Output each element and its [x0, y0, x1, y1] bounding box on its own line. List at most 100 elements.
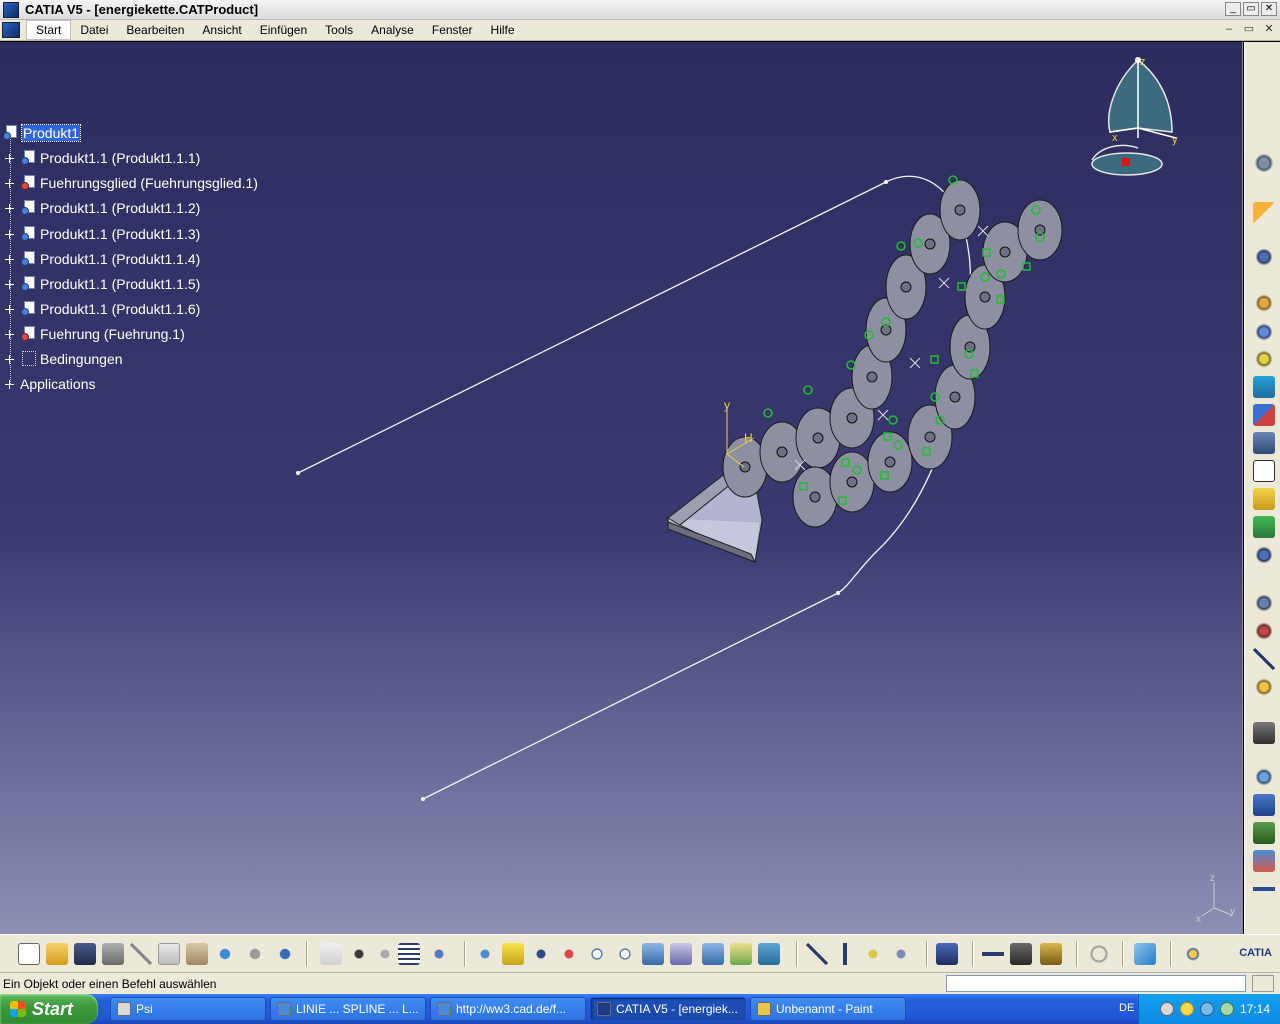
tree-node-4[interactable]: Produkt1.1 (Produkt1.1.3) — [5, 224, 200, 244]
fit-all-in-icon[interactable] — [502, 943, 524, 965]
measure-icon[interactable] — [806, 943, 828, 965]
apply-material-icon[interactable] — [1134, 943, 1156, 965]
insert-component-icon[interactable] — [1253, 246, 1275, 268]
whats-this-help-icon[interactable] — [274, 943, 296, 965]
tree-node-5[interactable]: Produkt1.1 (Produkt1.1.4) — [5, 249, 200, 269]
hide-show-icon[interactable] — [730, 943, 752, 965]
new-part-icon[interactable] — [1253, 348, 1275, 370]
tree-node-2[interactable]: Fuehrungsglied (Fuehrungsglied.1) — [5, 173, 258, 193]
redo-icon[interactable] — [244, 943, 266, 965]
start-button[interactable]: Start — [0, 994, 98, 1024]
cut-icon[interactable] — [130, 943, 152, 965]
scenes-icon[interactable] — [890, 943, 912, 965]
catia-logo[interactable]: CATIA — [1230, 938, 1272, 970]
measure-inertia-icon[interactable] — [1040, 943, 1062, 965]
task-cad-de[interactable]: http://ww3.cad.de/f... — [430, 997, 586, 1021]
update-all-icon[interactable] — [1088, 943, 1110, 965]
expand-icon[interactable] — [5, 354, 14, 364]
product-structure-icon[interactable] — [1253, 152, 1275, 174]
generate-numbering-icon[interactable] — [1253, 460, 1275, 482]
maximize-button[interactable]: ▭ — [1243, 2, 1259, 16]
angle-constraint-icon[interactable] — [1253, 850, 1275, 872]
doc-close-button[interactable]: ✕ — [1262, 23, 1276, 36]
expand-icon[interactable] — [5, 329, 14, 339]
expand-icon[interactable] — [5, 304, 14, 314]
measure-between-icon[interactable] — [982, 943, 1004, 965]
tree-node-label[interactable]: Produkt1.1 (Produkt1.1.1) — [40, 150, 200, 166]
expand-icon[interactable] — [5, 254, 14, 264]
catalog-icon[interactable] — [428, 943, 450, 965]
tree-node-label[interactable]: Applications — [20, 376, 96, 392]
tree-node-label[interactable]: Bedingungen — [40, 351, 123, 367]
stop-manipulate-on-clash-icon[interactable] — [1253, 676, 1275, 698]
task-linie-spline[interactable]: LINIE ... SPLINE ... L... — [270, 997, 426, 1021]
language-indicator[interactable]: DE — [1119, 1002, 1134, 1014]
open-folder-icon[interactable] — [46, 943, 68, 965]
analysis-icon[interactable] — [834, 943, 856, 965]
3d-viewport[interactable]: y H z x y z x y Produkt1 Produkt1.1 (Pro… — [0, 42, 1243, 934]
expand-icon[interactable] — [5, 178, 14, 188]
tree-root-label[interactable]: Produkt1 — [20, 124, 82, 142]
menu-bearbeiten[interactable]: Bearbeiten — [117, 21, 193, 39]
normal-view-icon[interactable] — [642, 943, 664, 965]
multi-instantiation-icon[interactable] — [1253, 544, 1275, 566]
paste-icon[interactable] — [186, 943, 208, 965]
task-psi[interactable]: Psi — [110, 997, 266, 1021]
menu-hilfe[interactable]: Hilfe — [482, 21, 524, 39]
doc-restore-button[interactable]: ▭ — [1242, 23, 1256, 36]
tree-root[interactable]: Produkt1 — [2, 123, 82, 143]
save-icon[interactable] — [74, 943, 96, 965]
new-product-icon[interactable] — [1253, 321, 1275, 343]
graph-tree-reordering-icon[interactable] — [1253, 432, 1275, 454]
tree-node-label[interactable]: Produkt1.1 (Produkt1.1.4) — [40, 251, 200, 267]
volume-icon[interactable] — [1219, 1002, 1234, 1016]
menu-datei[interactable]: Datei — [71, 21, 117, 39]
star-icon[interactable] — [1179, 1002, 1194, 1016]
copy-icon[interactable] — [158, 943, 180, 965]
tree-node-label[interactable]: Produkt1.1 (Produkt1.1.3) — [40, 226, 200, 242]
expand-icon[interactable] — [5, 203, 14, 213]
rotate-icon[interactable] — [558, 943, 580, 965]
power-input-button[interactable] — [1252, 975, 1274, 992]
coincidence-constraint-icon[interactable] — [1253, 766, 1275, 788]
tree-node-8[interactable]: Fuehrung (Fuehrung.1) — [5, 324, 185, 344]
law-icon[interactable] — [374, 943, 396, 965]
offset-constraint-icon[interactable] — [1253, 822, 1275, 844]
knowledge-icon[interactable] — [348, 943, 370, 965]
contact-constraint-icon[interactable] — [1253, 794, 1275, 816]
tree-node-label[interactable]: Produkt1.1 (Produkt1.1.6) — [40, 301, 200, 317]
quick-view-icon[interactable] — [670, 943, 692, 965]
shading-icon[interactable] — [702, 943, 724, 965]
design-table-icon[interactable] — [398, 943, 420, 965]
print-icon[interactable] — [102, 943, 124, 965]
swap-visible-space-icon[interactable] — [758, 943, 780, 965]
tree-node-6[interactable]: Produkt1.1 (Produkt1.1.5) — [5, 274, 200, 294]
new-file-icon[interactable] — [18, 943, 40, 965]
expand-icon[interactable] — [5, 229, 14, 239]
task-catia[interactable]: CATIA V5 - [energiek... — [590, 997, 746, 1021]
tree-node-7[interactable]: Produkt1.1 (Produkt1.1.6) — [5, 299, 200, 319]
formula-icon[interactable] — [320, 943, 342, 965]
explode-icon[interactable] — [1253, 648, 1275, 670]
tree-node-label[interactable]: Fuehrungsglied (Fuehrungsglied.1) — [40, 175, 258, 191]
tree-node-10[interactable]: Applications — [5, 374, 96, 394]
update-icon[interactable] — [1253, 722, 1275, 744]
minimize-button[interactable]: _ — [1225, 2, 1241, 16]
annotation-icon[interactable] — [862, 943, 884, 965]
menu-start[interactable]: Start — [26, 20, 72, 40]
power-input-field[interactable] — [946, 975, 1246, 992]
menu-ansicht[interactable]: Ansicht — [193, 21, 250, 39]
chevron-left-icon[interactable] — [1159, 1002, 1174, 1016]
measure-item-icon[interactable] — [1010, 943, 1032, 965]
pan-icon[interactable] — [530, 943, 552, 965]
menu-fenster[interactable]: Fenster — [423, 21, 482, 39]
tree-node-3[interactable]: Produkt1.1 (Produkt1.1.2) — [5, 198, 200, 218]
menu-analyse[interactable]: Analyse — [362, 21, 423, 39]
network-icon[interactable] — [1199, 1002, 1214, 1016]
zoom-in-icon[interactable] — [586, 943, 608, 965]
existing-component-icon[interactable] — [1253, 376, 1275, 398]
fly-mode-icon[interactable] — [474, 943, 496, 965]
expand-icon[interactable] — [5, 153, 14, 163]
tree-node-label[interactable]: Produkt1.1 (Produkt1.1.5) — [40, 276, 200, 292]
zoom-out-icon[interactable] — [614, 943, 636, 965]
